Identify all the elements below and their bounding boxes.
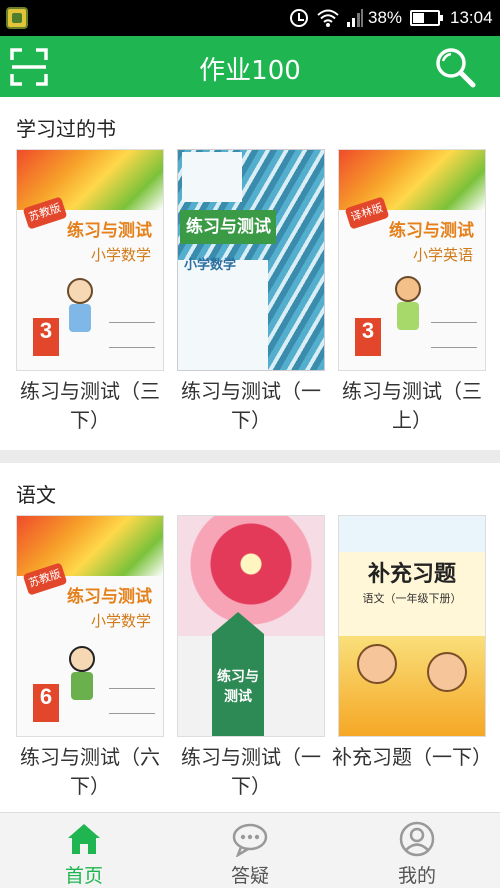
section-title: 学习过的书 [16, 117, 116, 141]
page-title: 作业100 [199, 56, 301, 86]
app-header: 作业100 [0, 36, 500, 97]
cover-title: 练习与测试 [389, 221, 474, 241]
clock: 13:04 [450, 8, 493, 27]
nav-label: 我的 [397, 865, 436, 887]
cover-title: 补充习题 [367, 561, 456, 587]
nav-label: 首页 [64, 865, 103, 887]
cover-subtitle: 小学数学 [91, 246, 152, 264]
nav-label: 答疑 [230, 865, 269, 887]
book-cover[interactable]: 补充习题 语文（一年级下册） [338, 515, 486, 737]
cover-title: 练习与测试 [180, 210, 276, 244]
section-chinese: 语文 苏教版 练习与测试 小学数学 6 练习与测试（六下） 练习与测试 练习与测… [0, 463, 500, 812]
home-icon [68, 824, 100, 854]
nav-item-home[interactable]: 首页 [34, 813, 134, 888]
alarm-icon [290, 9, 308, 27]
book-name: 练习与测试（三下） [20, 379, 160, 432]
cover-subtitle: 语文（一年级下册） [362, 592, 462, 605]
search-icon[interactable] [434, 46, 476, 88]
section-recent-books: 学习过的书 苏教版 练习与测试 小学数学 3 练习与测试（三下） 练习与测试 小… [0, 97, 500, 450]
cartoon-kid-icon [391, 276, 425, 332]
cover-title: 练习与测试 [217, 669, 259, 705]
cover-grade: 3 [33, 318, 59, 356]
cover-title: 练习与测试 [67, 587, 152, 607]
book-cover[interactable]: 苏教版 练习与测试 小学数学 6 [16, 515, 164, 737]
book-name: 练习与测试（一下） [181, 745, 321, 798]
book-cover[interactable]: 练习与测试 [177, 515, 325, 737]
battery-icon [410, 10, 443, 26]
cartoon-kid-icon [65, 646, 99, 702]
cover-grade: 6 [33, 684, 59, 722]
cartoon-kid-icon [63, 278, 97, 334]
signal-icon [347, 9, 363, 27]
book-name: 补充习题（一下） [332, 745, 492, 769]
cover-grade: 3 [355, 318, 381, 356]
user-icon [399, 821, 435, 857]
book-cover[interactable]: 译林版 练习与测试 小学英语 3 [338, 149, 486, 371]
nav-item-qa[interactable]: 答疑 [200, 813, 300, 888]
cover-title: 练习与测试 [67, 221, 152, 241]
app-notification-icon [6, 7, 28, 29]
book-name: 练习与测试（三上） [342, 379, 482, 432]
battery-percent: 38% [368, 8, 403, 27]
cover-subtitle: 小学英语 [413, 246, 474, 264]
book-name: 练习与测试（六下） [20, 745, 160, 798]
cover-subtitle: 小学数学 [184, 258, 237, 273]
chat-bubble-icon [232, 823, 268, 857]
book-cover[interactable]: 苏教版 练习与测试 小学数学 3 [16, 149, 164, 371]
section-title: 语文 [16, 483, 56, 507]
wifi-icon [317, 9, 339, 27]
book-cover[interactable]: 练习与测试 小学数学 [177, 149, 325, 371]
cover-subtitle: 小学数学 [91, 612, 152, 630]
bottom-nav: 首页 答疑 我的 [0, 812, 500, 888]
nav-item-mine[interactable]: 我的 [367, 813, 467, 888]
book-name: 练习与测试（一下） [181, 379, 321, 432]
status-bar: 38% 13:04 [0, 0, 500, 36]
